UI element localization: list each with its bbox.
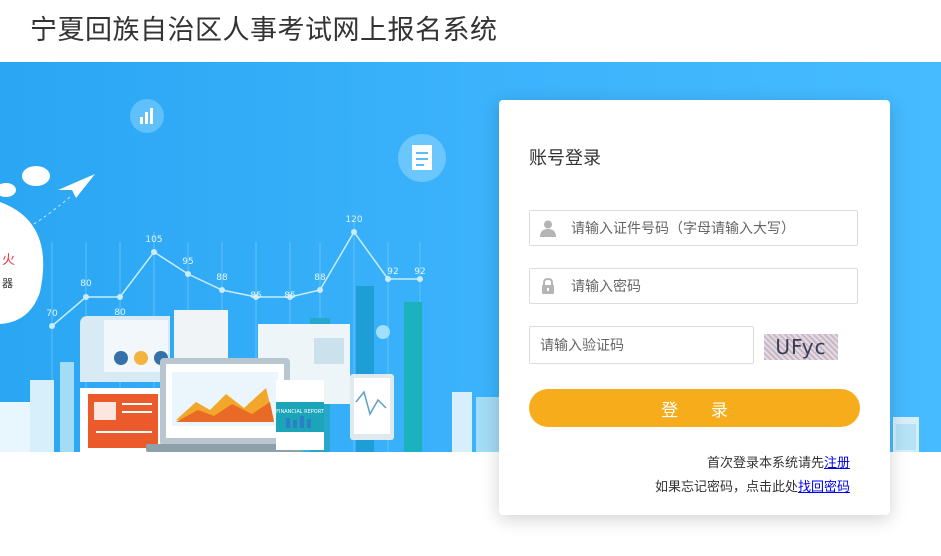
password-field[interactable] (529, 268, 858, 304)
username-field[interactable] (529, 210, 858, 246)
chart-point-label: 120 (345, 215, 362, 225)
chart-point-label: 88 (314, 273, 326, 283)
chart-point-label: 92 (387, 267, 398, 277)
captcha-image[interactable]: UFyc (764, 334, 838, 360)
forgot-password-link[interactable]: 找回密码 (798, 479, 850, 494)
captcha-text: UFyc (775, 335, 827, 359)
chart-point-label: 105 (145, 235, 162, 245)
forgot-hint: 如果忘记密码，点击此处找回密码 (655, 476, 850, 495)
site-title: 宁夏回族自治区人事考试网上报名系统 (30, 15, 498, 45)
chart-point-label: 80 (80, 279, 92, 289)
banner-side-text: 器 (2, 277, 13, 290)
header: 宁夏回族自治区人事考试网上报名系统 (0, 0, 941, 62)
report-label: FINANCIAL REPORT (276, 409, 325, 415)
banner-side-text: 火 (2, 253, 15, 268)
lock-icon (542, 277, 554, 294)
password-input[interactable] (571, 269, 851, 303)
chart-point-label: 85 (250, 291, 261, 301)
chart-point-label: 95 (182, 257, 193, 267)
chart-point-label: 88 (216, 273, 228, 283)
login-card: 账号登录 UFyc 登 录 首次登录本系统请先注册 如果忘记密码，点击此处找回密… (499, 100, 890, 515)
register-link[interactable]: 注册 (824, 455, 850, 470)
chart-point-label: 70 (46, 309, 58, 319)
captcha-input[interactable] (540, 327, 740, 363)
login-button[interactable]: 登 录 (529, 389, 860, 427)
forgot-hint-text: 如果忘记密码，点击此处 (654, 479, 798, 494)
captcha-field[interactable] (529, 326, 754, 364)
user-icon (540, 220, 556, 237)
login-title: 账号登录 (529, 148, 601, 168)
paper-plane-icon (58, 174, 95, 198)
username-input[interactable] (571, 211, 851, 245)
register-hint: 首次登录本系统请先注册 (707, 452, 850, 471)
chart-point-label: 85 (284, 291, 295, 301)
chart-point-label: 92 (414, 267, 425, 277)
register-hint-text: 首次登录本系统请先 (706, 455, 824, 470)
